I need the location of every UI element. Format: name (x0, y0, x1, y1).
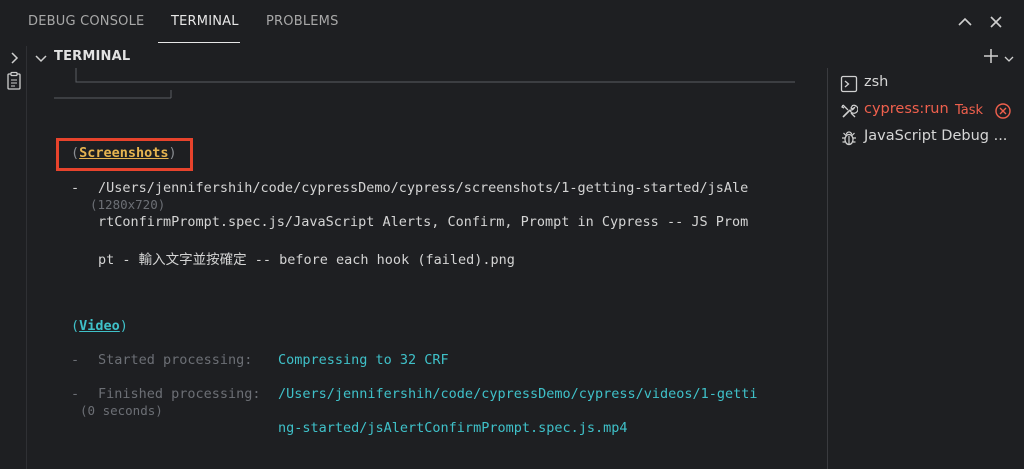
chevron-right-icon[interactable] (6, 50, 22, 66)
active-tab-indicator (158, 42, 240, 43)
tab-debug-console[interactable]: DEBUG CONSOLE (28, 14, 144, 29)
new-terminal-plus-icon[interactable] (982, 47, 1000, 65)
task-tag: Task (955, 103, 984, 118)
panel-tab-bar: DEBUG CONSOLE TERMINAL PROBLEMS (0, 0, 1024, 46)
bullet: - (71, 180, 80, 196)
terminal-icon (840, 75, 858, 93)
bullet: - (71, 386, 80, 402)
terminal-list-label: zsh (864, 74, 889, 90)
screenshot-path-line-3: pt - 輸入文字並按確定 -- before each hook (faile… (98, 252, 515, 268)
table-border-remnant (54, 68, 795, 99)
finished-processing-time: (0 seconds) (80, 403, 163, 418)
screenshot-path-line-2: rtConfirmPrompt.spec.js/JavaScript Alert… (98, 214, 749, 230)
terminal-list: zsh cypress:run Task JavaScript Debug ..… (828, 68, 1024, 469)
terminal-dropdown-chevron-icon[interactable] (1003, 50, 1015, 62)
terminal-list-item-cypress-run[interactable]: cypress:run Task (828, 98, 1024, 124)
terminal-list-label: JavaScript Debug ... (864, 128, 1008, 144)
error-circle-icon[interactable] (994, 102, 1012, 120)
terminal-list-label: cypress:run (864, 101, 949, 117)
finished-processing-value-line-1: /Users/jennifershih/code/cypressDemo/cyp… (278, 386, 758, 402)
terminal-section-title: TERMINAL (54, 49, 131, 64)
finished-processing-value-line-2: ng-started/jsAlertConfirmPrompt.spec.js.… (278, 420, 628, 436)
screenshots-highlight-box (56, 138, 193, 171)
tab-terminal[interactable]: TERMINAL (171, 14, 239, 29)
terminal-list-item-javascript-debug[interactable]: JavaScript Debug ... (828, 125, 1024, 151)
close-panel-icon[interactable] (986, 12, 1006, 32)
tools-icon (840, 102, 859, 120)
started-processing-label: Started processing: (98, 352, 253, 368)
screenshot-size: (1280x720) (90, 197, 166, 212)
maximize-panel-icon[interactable] (955, 12, 975, 32)
tab-problems[interactable]: PROBLEMS (266, 14, 339, 29)
chevron-down-icon[interactable] (34, 50, 48, 64)
started-processing-value: Compressing to 32 CRF (278, 352, 449, 368)
clipboard-icon[interactable] (6, 71, 22, 91)
bug-icon (840, 129, 858, 147)
terminal-section-header[interactable]: TERMINAL (28, 46, 1024, 68)
video-heading: (Video) (71, 318, 128, 334)
left-activity-strip (0, 46, 27, 469)
finished-processing-label: Finished processing: (98, 386, 261, 402)
screenshot-path-line-1: /Users/jennifershih/code/cypressDemo/cyp… (98, 180, 749, 196)
terminal-output[interactable]: (Screenshots) - /Users/jennifershih/code… (28, 68, 826, 469)
bullet: - (71, 352, 80, 368)
terminal-list-item-zsh[interactable]: zsh (828, 71, 1024, 97)
